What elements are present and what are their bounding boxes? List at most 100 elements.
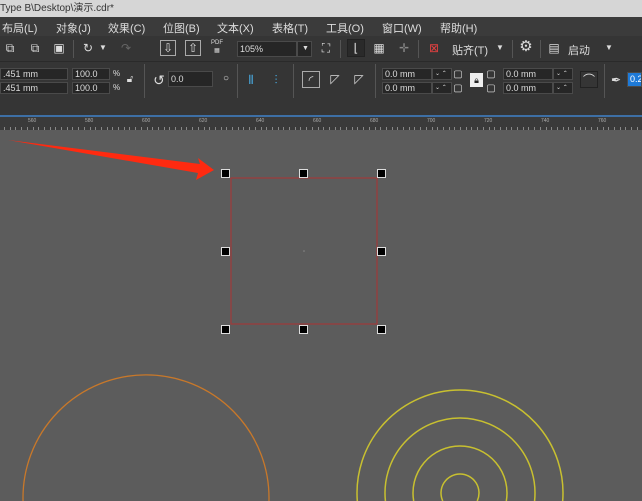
rotate-icon: ↺ xyxy=(153,72,165,88)
spinner[interactable]: ⌄ ⌃ xyxy=(432,68,452,80)
pdf-label: PDF xyxy=(211,40,223,46)
resize-handle-right[interactable] xyxy=(377,247,386,256)
corner-icon: ▢ xyxy=(486,83,496,94)
export-icon[interactable]: ⇧ xyxy=(185,40,201,56)
resize-handle-top-left[interactable] xyxy=(221,169,230,178)
mirror-vertical-icon[interactable]: ⫶ xyxy=(268,72,284,88)
center-marker xyxy=(303,250,305,252)
snap-to-button[interactable]: 贴齐(T) xyxy=(452,42,488,58)
corner-icon: ▢ xyxy=(453,83,463,94)
percent-label: % xyxy=(113,83,121,92)
grid-icon[interactable]: ▦ xyxy=(371,40,387,56)
drawing-canvas[interactable] xyxy=(0,130,642,501)
corner-bottom-left-field[interactable]: 0.0 mm xyxy=(382,82,432,94)
round-corner-icon[interactable]: ◜ xyxy=(302,71,320,88)
divider xyxy=(604,64,605,98)
divider xyxy=(340,40,341,58)
horizontal-ruler[interactable]: 560 580 600 620 640 660 680 700 720 740 … xyxy=(0,115,642,130)
scale-y-field[interactable]: 100.0 xyxy=(72,82,110,94)
spinner[interactable]: ⌄ ⌃ xyxy=(553,82,573,94)
align-icon[interactable]: ⧉ xyxy=(2,40,18,56)
undo-icon[interactable]: ↻ xyxy=(80,40,96,56)
menu-effects[interactable]: 效果(C) xyxy=(108,20,145,36)
ruler-label: 760 xyxy=(598,118,607,124)
rulers-icon[interactable]: ⌊ xyxy=(347,39,365,57)
launch-icon[interactable]: ▤ xyxy=(546,40,562,56)
menu-help[interactable]: 帮助(H) xyxy=(440,20,477,36)
orange-circle[interactable] xyxy=(22,374,270,501)
window-title: Type B\Desktop\演示.cdr* xyxy=(0,3,114,14)
menu-bar: 布局(L) 对象(J) 效果(C) 位图(B) 文本(X) 表格(T) 工具(O… xyxy=(0,17,642,36)
divider xyxy=(144,64,145,98)
ruler-label: 560 xyxy=(28,118,37,124)
ruler-label: 720 xyxy=(484,118,493,124)
ruler-label: 600 xyxy=(142,118,151,124)
ruler-label: 580 xyxy=(85,118,94,124)
menu-window[interactable]: 窗口(W) xyxy=(382,20,422,36)
toolbar-spacer xyxy=(0,100,642,115)
chamfered-corner-icon[interactable]: ◸ xyxy=(350,71,368,87)
relative-corner-scaling-icon[interactable]: ⌒ xyxy=(580,71,598,88)
guidelines-icon[interactable]: ✛ xyxy=(396,40,412,56)
yellow-circle[interactable] xyxy=(384,417,536,501)
ruler-label: 740 xyxy=(541,118,550,124)
annotation-arrow xyxy=(8,140,214,180)
menu-text[interactable]: 文本(X) xyxy=(217,20,254,36)
rotation-field[interactable]: 0.0 xyxy=(168,71,213,87)
launch-button[interactable]: 启动 xyxy=(568,42,590,58)
scalloped-corner-icon[interactable]: ◸ xyxy=(326,71,344,87)
ruler-label: 660 xyxy=(313,118,322,124)
zoom-input[interactable]: 105% xyxy=(237,41,297,57)
snap-off-icon[interactable]: ⊠ xyxy=(426,40,442,56)
lock-ratio-icon[interactable]: 🔓︎ xyxy=(124,72,136,88)
pdf-icon[interactable]: PDF ▦ xyxy=(208,39,226,55)
title-bar: Type B\Desktop\演示.cdr* xyxy=(0,0,642,17)
resize-handle-bottom[interactable] xyxy=(299,325,308,334)
outline-width-field[interactable]: 0.2 xyxy=(627,72,642,87)
width-field[interactable]: .451 mm xyxy=(0,68,68,80)
scale-x-field[interactable]: 100.0 xyxy=(72,68,110,80)
spinner[interactable]: ⌄ ⌃ xyxy=(432,82,452,94)
concentric-circles[interactable] xyxy=(356,389,564,501)
corner-bottom-right-field[interactable]: 0.0 mm xyxy=(503,82,553,94)
yellow-circle[interactable] xyxy=(440,473,480,501)
divider xyxy=(540,40,541,58)
resize-handle-bottom-right[interactable] xyxy=(377,325,386,334)
group-icon[interactable]: ⧉ xyxy=(27,40,43,56)
divider xyxy=(375,64,376,98)
ruler-label: 620 xyxy=(199,118,208,124)
ruler-label: 640 xyxy=(256,118,265,124)
divider xyxy=(512,40,513,58)
ruler-label: 700 xyxy=(427,118,436,124)
divider xyxy=(237,64,238,98)
corner-top-right-field[interactable]: 0.0 mm xyxy=(503,68,553,80)
full-screen-icon[interactable]: ⛶ xyxy=(318,40,334,56)
resize-handle-top-right[interactable] xyxy=(377,169,386,178)
combine-icon[interactable]: ▣ xyxy=(51,40,67,56)
zoom-dropdown-chevron-icon[interactable]: ▼ xyxy=(297,41,312,57)
divider xyxy=(293,64,294,98)
menu-layout[interactable]: 布局(L) xyxy=(2,20,37,36)
degree-icon: ○ xyxy=(222,73,230,84)
gear-icon[interactable]: ⚙ xyxy=(517,39,535,55)
import-icon[interactable]: ⇩ xyxy=(160,40,176,56)
menu-tools[interactable]: 工具(O) xyxy=(326,20,364,36)
menu-bitmap[interactable]: 位图(B) xyxy=(163,20,200,36)
chevron-down-icon[interactable]: ▼ xyxy=(495,40,505,56)
chevron-down-icon[interactable]: ▼ xyxy=(604,40,614,56)
resize-handle-bottom-left[interactable] xyxy=(221,325,230,334)
mirror-horizontal-icon[interactable]: ⫴ xyxy=(243,72,259,88)
pen-nib-icon: ✒ xyxy=(610,73,622,87)
redo-icon[interactable]: ↷ xyxy=(118,40,134,56)
menu-table[interactable]: 表格(T) xyxy=(272,20,308,36)
height-field[interactable]: .451 mm xyxy=(0,82,68,94)
chevron-down-icon[interactable]: ▼ xyxy=(98,40,108,56)
resize-handle-left[interactable] xyxy=(221,247,230,256)
corner-top-left-field[interactable]: 0.0 mm xyxy=(382,68,432,80)
lock-corners-icon[interactable]: 🔒︎ xyxy=(470,73,483,87)
percent-label: % xyxy=(113,69,121,78)
spinner[interactable]: ⌄ ⌃ xyxy=(553,68,573,80)
resize-handle-top[interactable] xyxy=(299,169,308,178)
property-bar: .451 mm .451 mm 100.0 100.0 % % 🔓︎ ↺ 0.0… xyxy=(0,62,642,100)
menu-object[interactable]: 对象(J) xyxy=(56,20,91,36)
